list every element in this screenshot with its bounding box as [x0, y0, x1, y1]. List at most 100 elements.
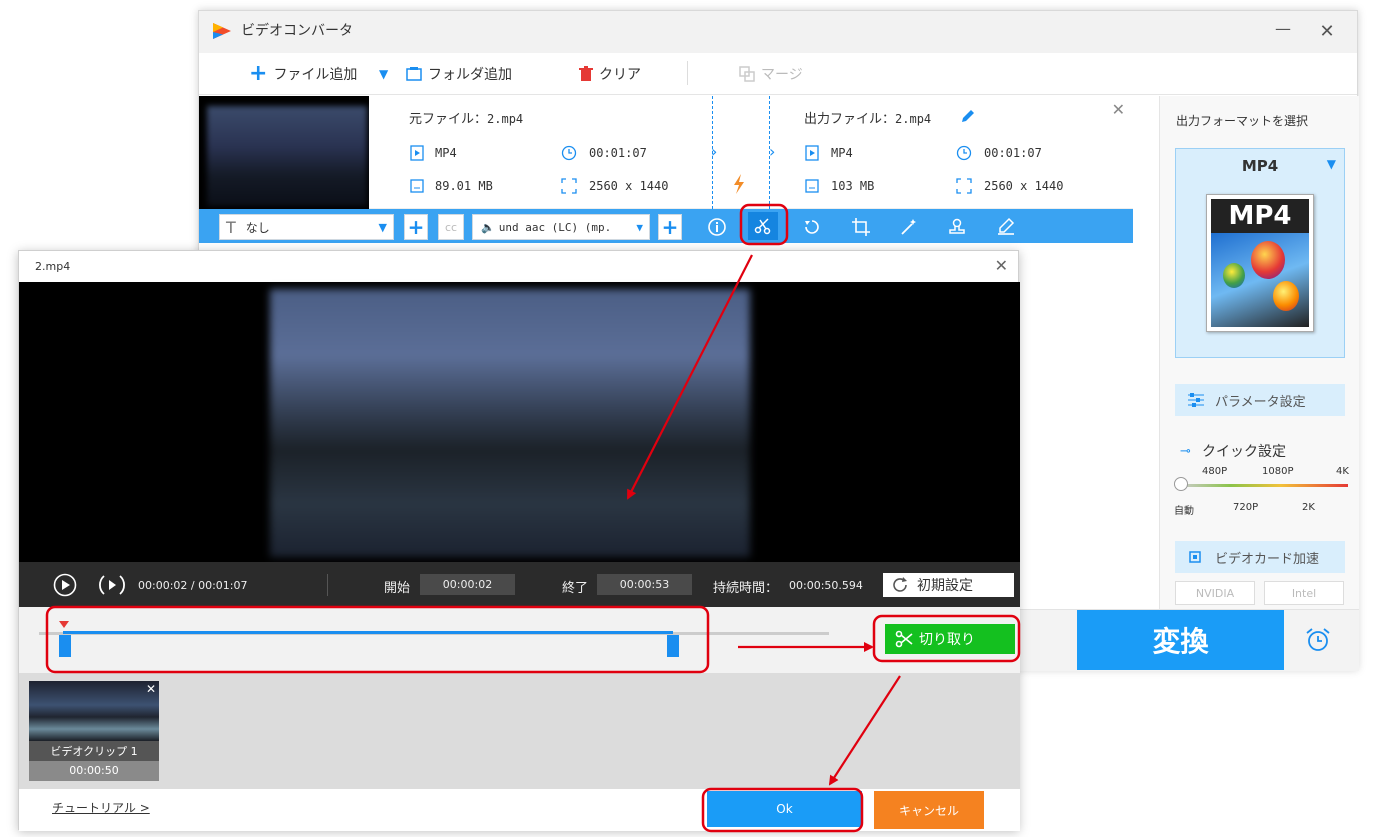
subtitle-value: なし [245, 220, 270, 235]
lightning-icon [734, 174, 744, 194]
output-duration: 00:01:07 [984, 146, 1042, 160]
merge-icon [739, 66, 755, 82]
format-thumb-label: MP4 [1211, 199, 1309, 233]
current-time: 00:00:02 / 00:01:07 [138, 579, 248, 592]
parameter-settings-label: パラメータ設定 [1215, 394, 1306, 410]
resolution-icon [956, 178, 972, 194]
source-resolution: 2560 x 1440 [589, 179, 669, 193]
file-item: 元ファイル：2.mp4 MP4 00:01:07 89.01 MB 2560 x… [199, 96, 1133, 209]
convert-button[interactable]: 変換 [1077, 610, 1284, 670]
format-selector[interactable]: MP4 ▼ MP4 [1175, 148, 1345, 358]
add-folder-button[interactable]: フォルダ追加 [406, 64, 512, 84]
remove-clip-icon[interactable]: ✕ [146, 682, 156, 696]
clock-icon [956, 145, 972, 161]
clip-duration: 00:00:50 [29, 761, 159, 781]
balloon-image [1211, 233, 1309, 327]
output-size: 103 MB [831, 179, 875, 193]
cut-tool-button[interactable] [748, 212, 778, 240]
cut-label: 切り取り [919, 632, 975, 648]
controls-divider [327, 574, 328, 596]
video-file-icon [410, 145, 424, 161]
clear-button[interactable]: クリア [579, 64, 641, 84]
clip-item[interactable]: ✕ ビデオクリップ 1 00:00:50 [29, 681, 159, 781]
app-title: ビデオコンバータ [241, 23, 353, 39]
gpu-acceleration-button[interactable]: ビデオカード加速 [1175, 541, 1345, 573]
subtitle-edit-icon[interactable] [996, 217, 1016, 237]
add-folder-label: フォルダ追加 [428, 67, 512, 83]
end-time-input[interactable]: 00:00:53 [597, 574, 692, 595]
cc-icon[interactable]: cc [438, 214, 464, 240]
playhead-marker[interactable] [59, 621, 69, 628]
cut-button[interactable]: 切り取り [885, 624, 1015, 654]
parameter-settings-button[interactable]: パラメータ設定 [1175, 384, 1345, 416]
subtitle-select[interactable]: T なし ▼ [219, 214, 394, 240]
output-resolution: 2560 x 1440 [984, 179, 1064, 193]
clip-name: ビデオクリップ 1 [50, 745, 138, 758]
trim-start-handle[interactable] [59, 635, 71, 657]
scissors-icon [895, 630, 913, 648]
add-audio-button[interactable]: + [658, 214, 682, 240]
source-file-label: 元ファイル：2.mp4 [409, 112, 524, 127]
sliders-icon [1188, 393, 1204, 407]
intel-toggle[interactable]: Intel [1264, 581, 1344, 605]
dialog-title: 2.mp4 [35, 260, 71, 273]
gpu-acceleration-label: ビデオカード加速 [1215, 551, 1320, 567]
text-icon: T [226, 217, 236, 237]
chevron-down-icon: ▼ [636, 220, 643, 234]
audio-track-select[interactable]: 🔈 und aac (LC) (mp. ▼ [472, 214, 650, 240]
app-logo-icon [213, 23, 231, 39]
refresh-icon [893, 577, 907, 592]
next-frame-icon[interactable] [99, 573, 125, 597]
play-icon[interactable] [53, 573, 77, 597]
output-format: MP4 [831, 146, 853, 160]
video-preview[interactable] [19, 282, 1020, 562]
quality-slider-track[interactable] [1180, 484, 1348, 487]
speaker-icon: 🔈 [481, 220, 495, 234]
minimize-button[interactable]: — [1271, 19, 1295, 38]
video-frame [270, 289, 750, 557]
trim-end-handle[interactable] [667, 635, 679, 657]
toolbar-divider [687, 61, 688, 85]
merge-button[interactable]: マージ [739, 64, 803, 84]
quick-settings-label: クイック設定 [1202, 444, 1286, 460]
nvidia-toggle[interactable]: NVIDIA [1175, 581, 1255, 605]
reset-button[interactable]: 初期設定 [883, 573, 1014, 597]
crop-icon[interactable] [851, 217, 871, 237]
toolbar: + ファイル追加 ▼ フォルダ追加 クリア マージ [199, 53, 1357, 95]
start-time-input[interactable]: 00:00:02 [420, 574, 515, 595]
resolution-icon [561, 178, 577, 194]
clock-icon [561, 145, 577, 161]
alarm-clock-icon[interactable] [1304, 626, 1332, 654]
chevron-right-icon: › [711, 142, 718, 161]
file-thumbnail[interactable] [199, 96, 369, 209]
reset-label: 初期設定 [917, 578, 973, 594]
quality-slider-knob[interactable] [1174, 477, 1188, 491]
format-thumbnail: MP4 [1206, 194, 1314, 332]
quality-480p: 480P [1202, 466, 1228, 477]
watermark-stamp-icon[interactable] [947, 217, 967, 237]
source-format: MP4 [435, 146, 457, 160]
rotate-icon[interactable] [802, 217, 822, 237]
file-size-icon [410, 179, 424, 193]
tutorial-link[interactable]: チュートリアル > [52, 799, 150, 816]
effects-wand-icon[interactable] [899, 217, 919, 237]
chevron-down-icon[interactable]: ▼ [379, 67, 388, 81]
info-icon[interactable] [707, 217, 727, 237]
add-file-button[interactable]: + ファイル追加 [249, 63, 357, 85]
close-button[interactable]: ✕ [1315, 21, 1339, 42]
remove-file-icon[interactable]: ✕ [1112, 100, 1125, 119]
video-file-icon [805, 145, 819, 161]
add-subtitle-button[interactable]: + [404, 214, 428, 240]
dialog-close-icon[interactable]: ✕ [995, 256, 1008, 275]
clip-thumbnail [29, 681, 159, 741]
trim-timeline: 切り取り [19, 607, 1020, 673]
chevron-down-icon: ▼ [378, 220, 387, 234]
edit-toolbar: T なし ▼ + cc 🔈 und aac (LC) (mp. ▼ + [199, 209, 1133, 243]
edit-pencil-icon[interactable] [961, 109, 975, 123]
cancel-button[interactable]: キャンセル [874, 791, 984, 829]
trim-dialog: 2.mp4 ✕ 00:00:02 / 00:01:07 開始 00:00:02 … [18, 250, 1020, 831]
file-size-icon [805, 179, 819, 193]
quick-settings-icon: ⊸ [1180, 444, 1191, 459]
ok-button[interactable]: Ok [707, 791, 862, 827]
playback-controls: 00:00:02 / 00:01:07 開始 00:00:02 終了 00:00… [19, 562, 1020, 607]
